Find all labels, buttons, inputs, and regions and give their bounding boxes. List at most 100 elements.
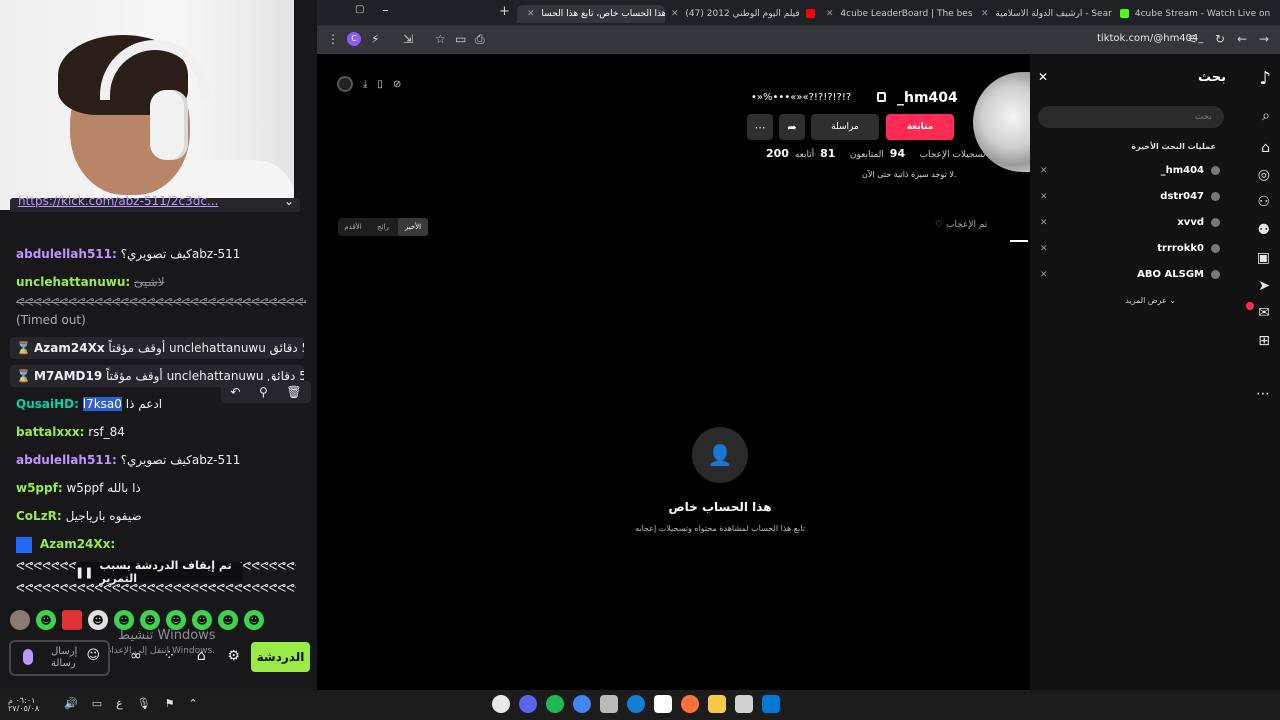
browser-tab[interactable]: 4cube Stream - Watch Live on: [1117, 5, 1277, 23]
firefox-icon[interactable]: [681, 695, 699, 713]
messages-icon[interactable]: ➤: [1258, 278, 1270, 294]
chevron-up-icon[interactable]: ⌃: [189, 697, 198, 710]
app-icon[interactable]: [735, 695, 753, 713]
emote[interactable]: ☻: [88, 610, 108, 630]
emote[interactable]: ☻: [36, 610, 56, 630]
emoji-icon[interactable]: ☺: [86, 649, 100, 662]
remove-icon[interactable]: ✕: [1040, 163, 1048, 179]
browser-tab-active[interactable]: ✕ هذا الحساب خاص، تابع هذا الحسا: [517, 5, 665, 23]
edge-icon[interactable]: [627, 695, 645, 713]
sort-oldest[interactable]: الأقدم: [338, 218, 368, 236]
emote[interactable]: ☻: [192, 610, 212, 630]
emote[interactable]: ☻: [140, 610, 160, 630]
remove-icon[interactable]: ✕: [1040, 215, 1048, 231]
close-icon[interactable]: ✕: [1038, 70, 1048, 84]
chat-input[interactable]: إرسال رسالة ☺: [9, 640, 110, 676]
chrome-icon[interactable]: [573, 695, 591, 713]
maximize-icon[interactable]: ▢: [355, 4, 364, 15]
mic-icon[interactable]: [23, 649, 33, 665]
recent-search-item[interactable]: ✕ dstr047: [1040, 189, 1226, 205]
emote[interactable]: ☻: [114, 610, 134, 630]
star-icon[interactable]: ☆: [435, 32, 446, 46]
battery-icon[interactable]: ▭: [92, 697, 102, 710]
chat-username[interactable]: abdulellah511:: [16, 453, 117, 467]
reload-icon[interactable]: ↻: [1215, 32, 1225, 46]
recent-search-item[interactable]: ✕ ABO ALSGM: [1040, 267, 1226, 283]
chat-paused-banner[interactable]: ❚❚ تم إيقاف الدردشة بسبب التمرير: [75, 559, 243, 585]
pin-icon[interactable]: ⚲: [259, 385, 268, 399]
system-user[interactable]: Azam24Xx: [34, 341, 105, 355]
cast-icon[interactable]: ▭: [455, 32, 466, 46]
emote[interactable]: [10, 610, 30, 630]
close-icon[interactable]: ✕: [981, 5, 989, 23]
message-button[interactable]: مراسلة: [811, 114, 879, 140]
search-icon[interactable]: ⌕: [1262, 108, 1270, 124]
profile-icon[interactable]: C: [347, 32, 361, 46]
infinity-icon[interactable]: ∞: [130, 648, 142, 664]
more-icon[interactable]: ⋯: [1256, 386, 1270, 402]
download-icon[interactable]: ⤓: [363, 79, 367, 90]
screenshot-icon[interactable]: ⎙: [475, 32, 485, 47]
reply-icon[interactable]: ↶: [230, 385, 240, 399]
emote[interactable]: ☻: [166, 610, 186, 630]
discord-icon[interactable]: [519, 695, 537, 713]
share-button[interactable]: ➦: [779, 114, 805, 140]
language-icon[interactable]: ع: [116, 697, 123, 710]
system-user[interactable]: M7AMD19: [34, 369, 102, 383]
shop-icon[interactable]: ⌂: [197, 648, 206, 664]
remove-icon[interactable]: ✕: [1040, 267, 1048, 283]
more-options-button[interactable]: ⋯: [747, 114, 773, 140]
show-more-link[interactable]: عرض المزيد ⌄: [1125, 296, 1176, 305]
remove-icon[interactable]: ✕: [1040, 189, 1048, 205]
new-tab-icon[interactable]: +: [499, 4, 510, 19]
app-icon[interactable]: [492, 695, 510, 713]
clock[interactable]: ٠٦:٠١ م ٢٧/٠٥/٠٨: [8, 697, 39, 713]
close-icon[interactable]: ✕: [826, 5, 834, 23]
install-icon[interactable]: ⇲: [403, 32, 413, 46]
volume-icon[interactable]: 🔊: [64, 697, 78, 710]
record-icon[interactable]: [337, 76, 353, 92]
sort-latest[interactable]: الأخير: [398, 218, 428, 236]
remove-icon[interactable]: ✕: [1040, 241, 1048, 257]
recent-search-item[interactable]: ✕ _hm404: [1040, 163, 1226, 179]
minimize-icon[interactable]: ⎯: [383, 5, 388, 16]
address-bar[interactable]: tiktok.com/@hm404_: [1097, 31, 1203, 47]
windows-start-icon[interactable]: [762, 695, 780, 713]
chat-username[interactable]: QusaiHD:: [16, 397, 79, 411]
chevron-down-icon[interactable]: ⌄: [284, 194, 294, 208]
inbox-icon[interactable]: ✉: [1258, 305, 1270, 321]
chat-username[interactable]: Azam24Xx:: [40, 537, 115, 551]
compass-icon[interactable]: ⊘: [393, 79, 401, 90]
explore-icon[interactable]: ◎: [1258, 167, 1270, 183]
emote[interactable]: ☻: [244, 610, 264, 630]
tab-liked[interactable]: ♡ تم الإعجاب: [935, 220, 987, 230]
recent-search-item[interactable]: ✕ xvvd: [1040, 215, 1226, 231]
extensions-icon[interactable]: ⚡: [371, 32, 379, 46]
browser-tab[interactable]: ✕ ارشيف الدولة الاسلامية - Search: [977, 5, 1112, 23]
chat-username[interactable]: battalxxx:: [16, 425, 84, 439]
browser-tab[interactable]: ✕ (47) فيلم اليوم الوطني 2012: [667, 5, 817, 23]
folder-icon[interactable]: [708, 695, 726, 713]
dots-icon[interactable]: ⁘: [163, 648, 175, 664]
close-icon[interactable]: ✕: [527, 5, 535, 23]
chat-send-button[interactable]: الدردشة: [251, 642, 310, 672]
back-icon[interactable]: ←: [1237, 32, 1247, 46]
emote[interactable]: [62, 610, 82, 630]
pinned-link[interactable]: https://kick.com/abz-511/2c3dc...: [18, 194, 248, 208]
recent-search-item[interactable]: ✕ trrrokk0: [1040, 241, 1226, 257]
browser-tab[interactable]: ✕ 4cube LeaderBoard | The best: [822, 5, 972, 23]
tune-icon[interactable]: ⚟: [1187, 32, 1198, 46]
follow-button[interactable]: متابعة: [886, 114, 954, 140]
notification-icon[interactable]: ⚑: [165, 697, 175, 710]
home-icon[interactable]: ⌂: [1261, 140, 1270, 156]
pinned-message[interactable]: https://kick.com/abz-511/2c3dc... ⌄: [10, 194, 300, 212]
gear-icon[interactable]: ⚙: [227, 648, 240, 664]
spotify-icon[interactable]: [546, 695, 564, 713]
friends-icon[interactable]: ⚉: [1257, 222, 1270, 238]
forward-icon[interactable]: →: [1259, 32, 1269, 46]
delete-icon[interactable]: 🗑: [286, 385, 301, 399]
chat-username[interactable]: CoLzR:: [16, 509, 62, 523]
sort-popular[interactable]: رائج: [368, 218, 398, 236]
following-icon[interactable]: ⚇: [1257, 194, 1270, 210]
clapper-icon[interactable]: [654, 695, 672, 713]
